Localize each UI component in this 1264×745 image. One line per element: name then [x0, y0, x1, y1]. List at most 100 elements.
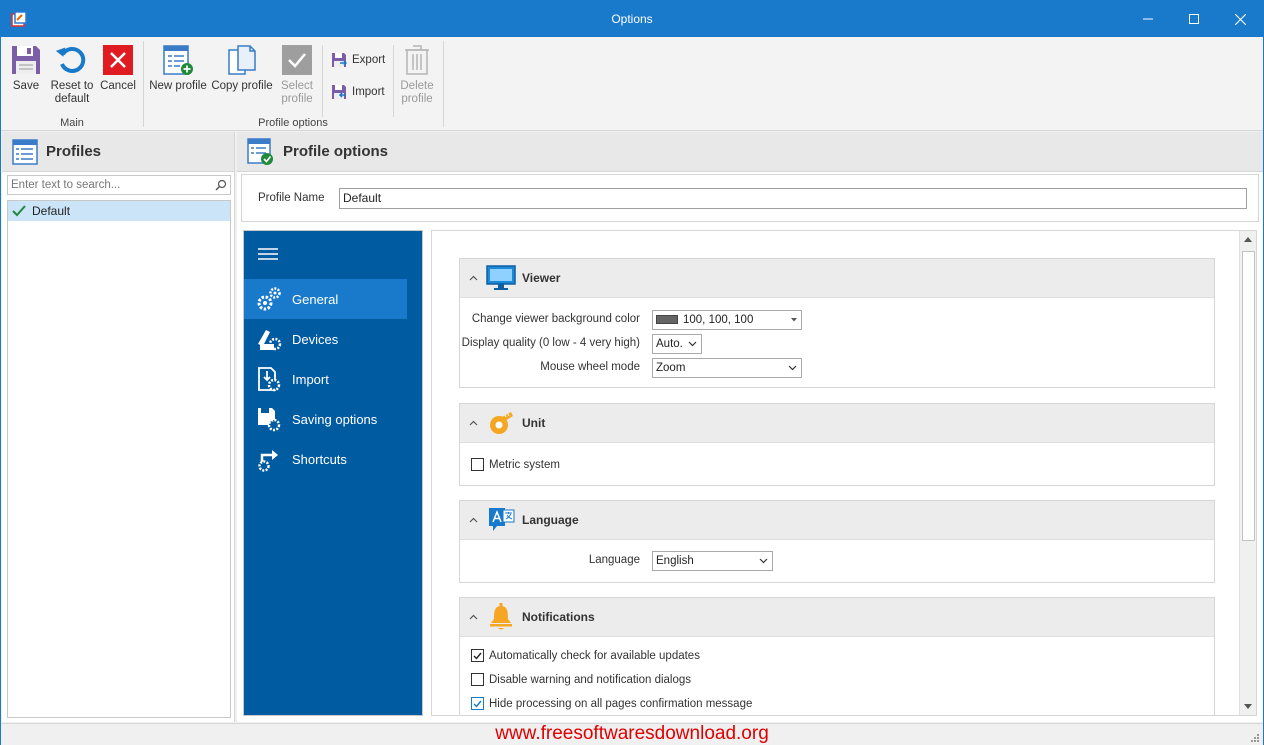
auto-update-checkbox[interactable]: Automatically check for available update… — [471, 649, 700, 662]
export-label: Export — [352, 54, 386, 66]
checkmark-icon — [473, 700, 482, 708]
metric-system-checkbox[interactable]: Metric system — [471, 458, 560, 471]
import-button[interactable]: Import — [331, 84, 385, 100]
language-label: Language — [588, 554, 640, 566]
trash-can-icon — [405, 45, 429, 75]
checkbox-box — [471, 458, 484, 471]
nav-item-general[interactable]: General — [244, 279, 407, 319]
ribbon-subgroup-separator — [322, 45, 323, 117]
ribbon-toolbar: Save Reset to default Cancel Main New pr… — [1, 37, 1263, 131]
reset-label-line1: Reset to — [50, 80, 94, 92]
checkbox-box-checked — [471, 649, 484, 662]
mouse-wheel-select[interactable]: Zoom — [652, 358, 802, 378]
chevron-up-icon — [469, 275, 477, 281]
checkmark-icon — [282, 45, 312, 75]
chevron-down-icon — [688, 341, 697, 347]
checkbox-box — [471, 673, 484, 686]
title-bar: Options — [1, 1, 1263, 37]
profile-options-panel: Profile options Profile Name Default Gen… — [237, 132, 1263, 722]
viewer-section-header[interactable]: Viewer — [460, 259, 1214, 298]
select-profile-button[interactable]: Select profile — [277, 43, 317, 106]
minimize-icon — [1143, 18, 1153, 20]
new-profile-icon — [163, 45, 193, 75]
language-section-header[interactable]: Language — [460, 501, 1214, 540]
minimize-button[interactable] — [1125, 1, 1171, 37]
export-disk-icon — [332, 53, 347, 67]
profile-name-input[interactable]: Default — [339, 188, 1247, 209]
nav-label-shortcuts: Shortcuts — [292, 451, 347, 467]
scroll-down-arrow-icon[interactable] — [1244, 704, 1252, 709]
profiles-title: Profiles — [46, 143, 102, 160]
nav-item-saving-options[interactable]: Saving options — [244, 399, 407, 439]
delete-profile-button[interactable]: Delete profile — [397, 43, 437, 106]
export-button[interactable]: Export — [331, 52, 385, 68]
hide-processing-checkbox[interactable]: Hide processing on all pages confirmatio… — [471, 697, 752, 710]
ribbon-subgroup-separator — [393, 45, 394, 117]
vertical-scrollbar[interactable] — [1239, 231, 1256, 715]
reset-to-default-button[interactable]: Reset to default — [49, 43, 95, 106]
close-button[interactable] — [1217, 1, 1263, 37]
display-quality-select[interactable]: Auto. — [652, 334, 702, 354]
monitor-icon — [486, 265, 516, 290]
new-profile-label: New profile — [149, 80, 207, 92]
select-profile-label-line1: Select — [281, 80, 313, 92]
bg-color-label: Change viewer background color — [471, 313, 640, 325]
disable-warnings-checkbox[interactable]: Disable warning and notification dialogs — [471, 673, 691, 686]
resize-grip-icon[interactable] — [1249, 732, 1259, 742]
viewer-section-title: Viewer — [522, 271, 561, 285]
new-profile-button[interactable]: New profile — [149, 43, 207, 93]
language-section-title: Language — [522, 513, 579, 527]
profile-options-header: Profile options — [237, 132, 1263, 172]
maximize-button[interactable] — [1171, 1, 1217, 37]
copy-profile-label: Copy profile — [211, 80, 273, 92]
language-section: Language Language English — [459, 500, 1215, 583]
hamburger-menu-icon[interactable] — [258, 247, 278, 261]
options-navigation: General Devices Import Saving options Sh… — [243, 230, 423, 716]
display-quality-label: Display quality (0 low - 4 very high) — [461, 337, 640, 349]
bg-color-picker[interactable]: 100, 100, 100 — [652, 310, 802, 330]
nav-item-devices[interactable]: Devices — [244, 319, 407, 359]
options-window: Options Save Reset to default Cancel Mai… — [0, 0, 1264, 745]
language-value: English — [656, 555, 694, 567]
group-label-profile-options: Profile options — [258, 117, 328, 129]
chevron-up-icon — [469, 517, 477, 523]
bell-icon — [490, 603, 512, 630]
nav-item-shortcuts[interactable]: Shortcuts — [244, 439, 407, 479]
metric-system-label: Metric system — [489, 458, 560, 471]
devices-icon — [258, 330, 282, 351]
chevron-up-icon — [469, 614, 477, 620]
nav-item-import[interactable]: Import — [244, 359, 407, 399]
delete-profile-label-line1: Delete — [400, 80, 434, 92]
language-select[interactable]: English — [652, 551, 773, 571]
profile-name-label: Profile Name — [258, 192, 325, 204]
dropdown-arrow-icon — [791, 318, 797, 322]
scrollbar-thumb[interactable] — [1242, 251, 1255, 541]
scroll-up-arrow-icon[interactable] — [1244, 237, 1252, 242]
search-placeholder: Enter text to search... — [11, 179, 121, 191]
chevron-down-icon — [788, 365, 797, 371]
maximize-icon — [1189, 14, 1199, 24]
cancel-button[interactable]: Cancel — [99, 43, 137, 93]
nav-label-import: Import — [292, 371, 329, 387]
ribbon-group-separator — [443, 41, 444, 127]
copy-profile-button[interactable]: Copy profile — [211, 43, 273, 93]
window-title: Options — [611, 12, 653, 26]
watermark-text: www.freesoftwaresdownload.org — [495, 723, 769, 744]
import-label: Import — [352, 86, 385, 98]
save-button[interactable]: Save — [7, 43, 45, 93]
status-bar: www.freesoftwaresdownload.org — [1, 723, 1263, 745]
reset-label-line2: default — [54, 93, 90, 105]
profiles-list-icon — [12, 138, 38, 165]
reset-icon — [56, 46, 86, 73]
hide-processing-label: Hide processing on all pages confirmatio… — [489, 697, 753, 710]
checkbox-box-checked — [471, 697, 484, 710]
notifications-section-header[interactable]: Notifications — [460, 598, 1214, 637]
list-item-default-profile[interactable]: Default — [8, 201, 230, 221]
group-label-main: Main — [60, 117, 84, 129]
disable-warnings-label: Disable warning and notification dialogs — [489, 673, 692, 686]
profile-search-input[interactable]: Enter text to search... — [7, 175, 231, 195]
unit-section-header[interactable]: Unit — [460, 404, 1214, 443]
profile-options-icon — [247, 137, 273, 165]
display-quality-value: Auto. — [656, 338, 683, 350]
save-gear-icon — [258, 408, 281, 432]
